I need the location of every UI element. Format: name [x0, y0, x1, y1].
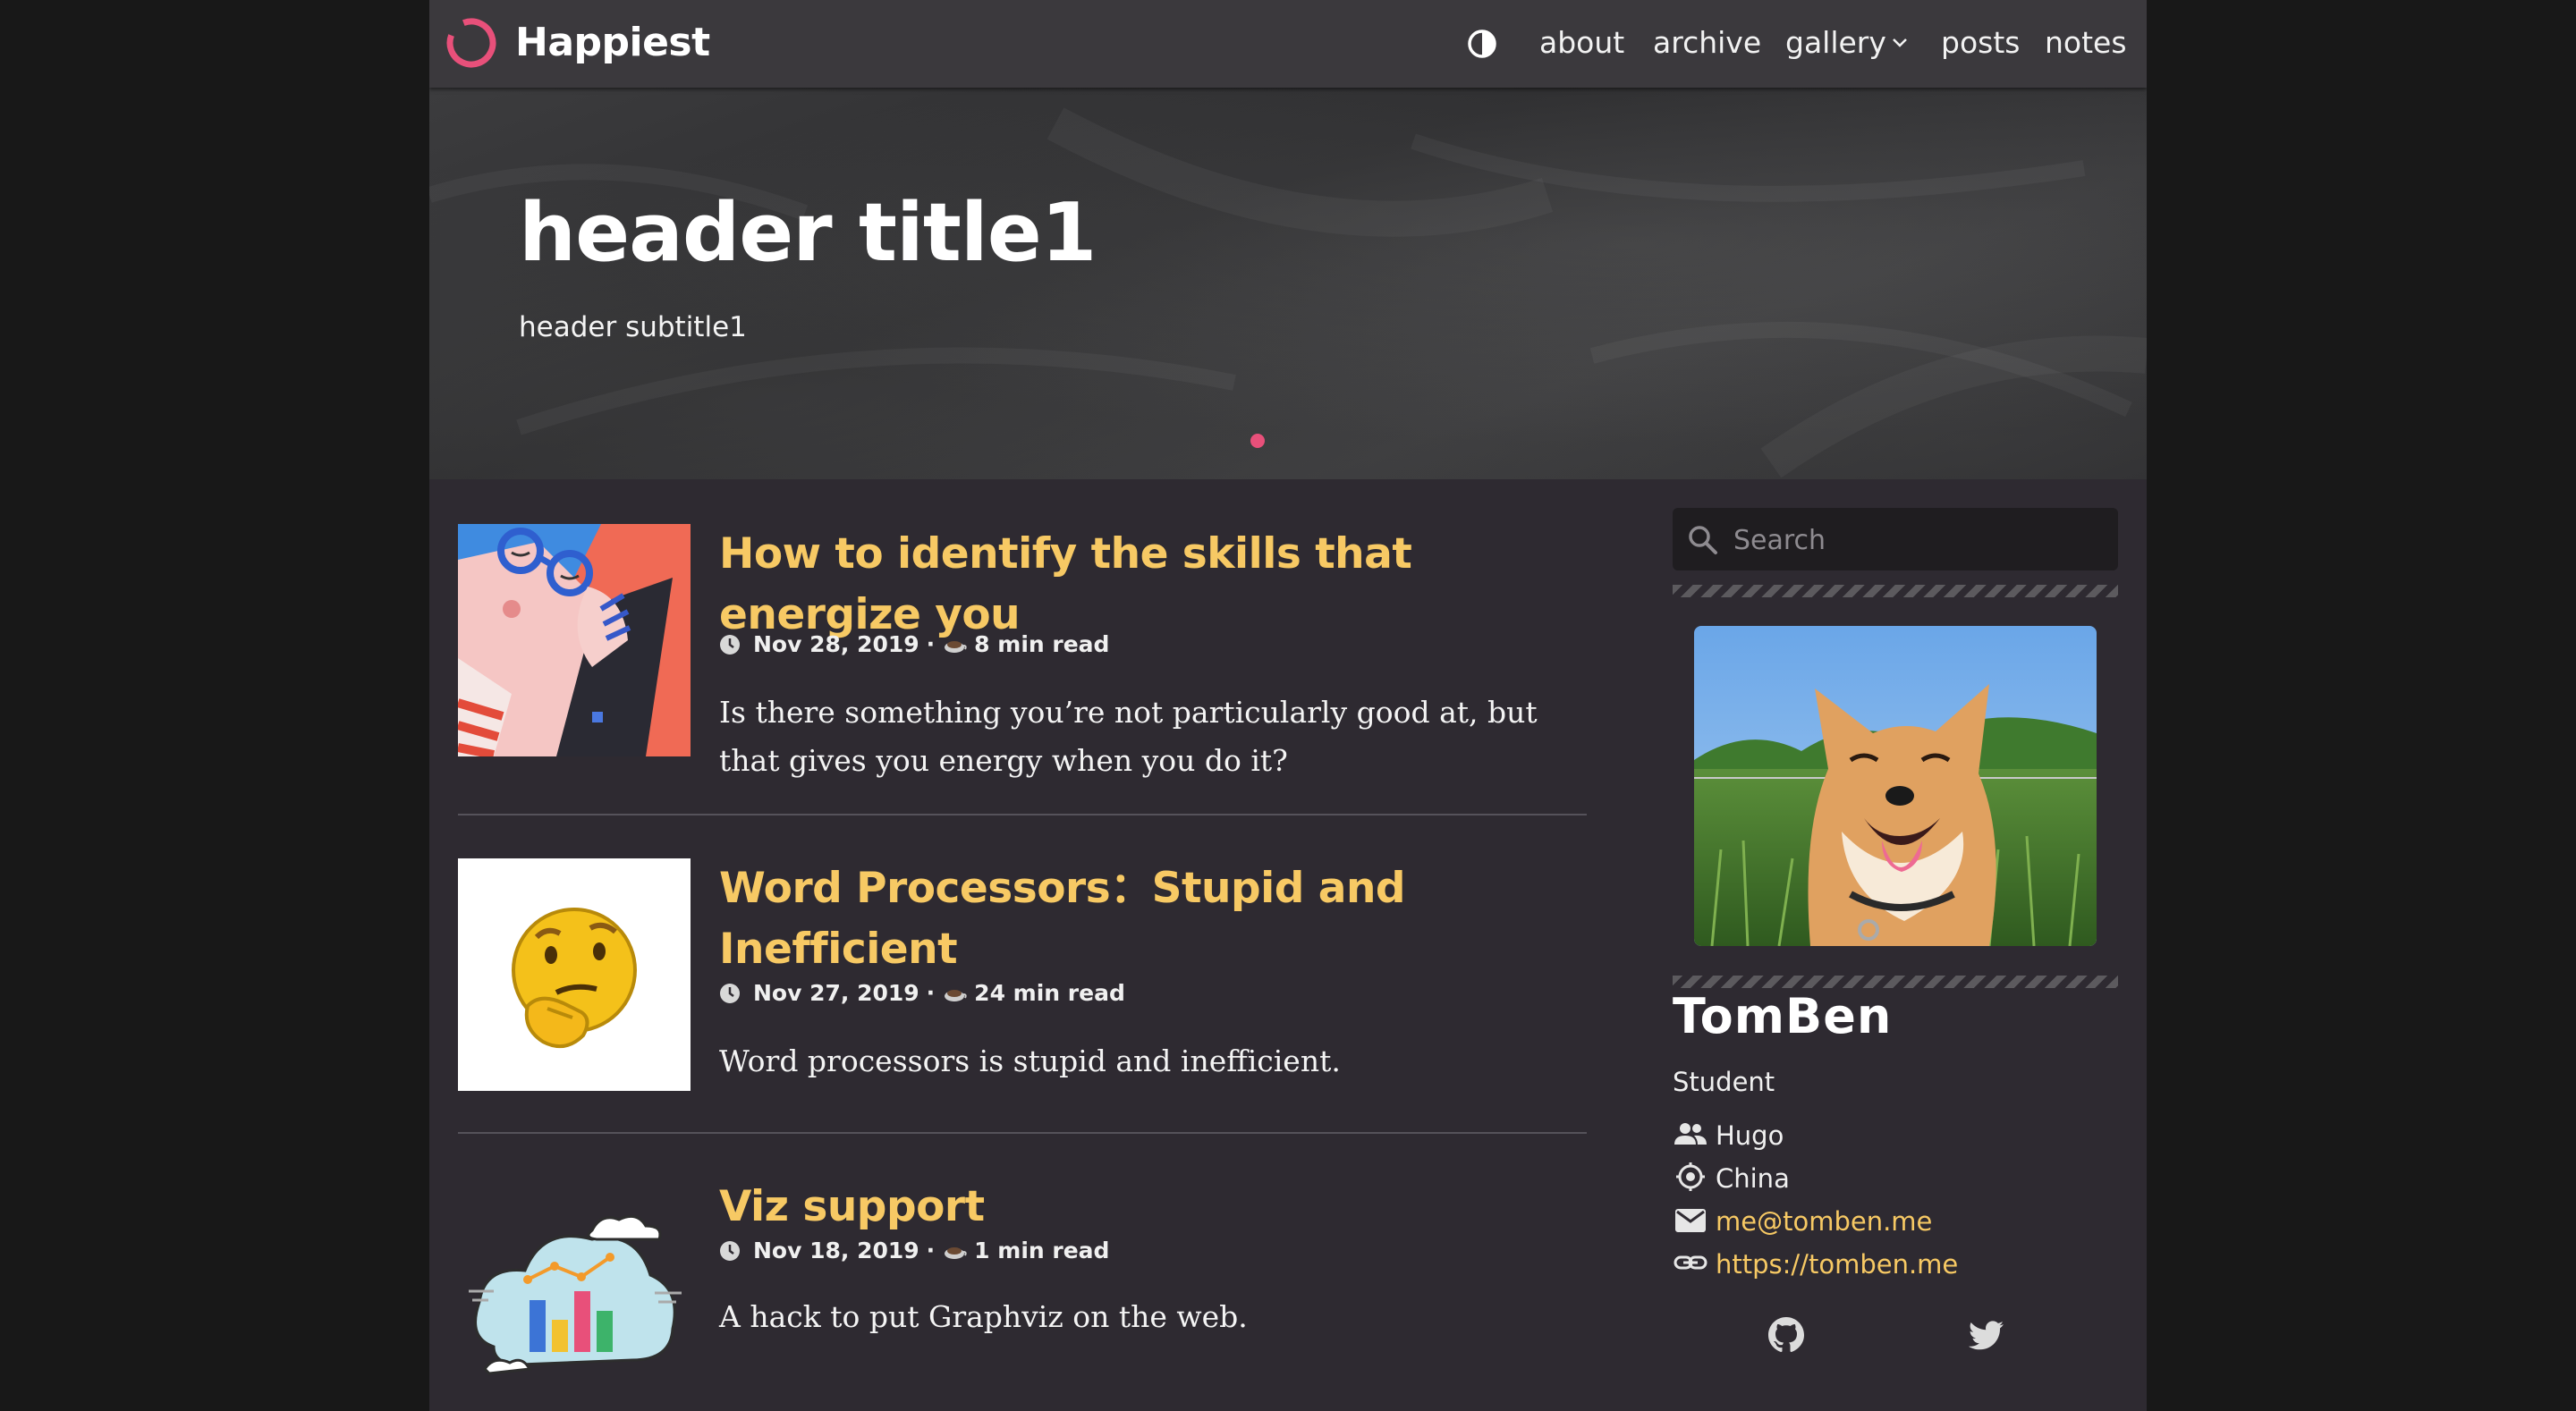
- profile-location: China: [1673, 1161, 1790, 1196]
- hatch-divider: [1673, 976, 2118, 988]
- nav-link-notes[interactable]: notes: [2045, 25, 2127, 60]
- profile-organization: Hugo: [1673, 1118, 1784, 1153]
- coffee-icon: [945, 1246, 967, 1259]
- clock-icon: [720, 983, 740, 1003]
- meta-separator: ·: [926, 631, 936, 657]
- hatch-divider: [1673, 585, 2118, 597]
- people-icon: [1674, 1123, 1707, 1145]
- coffee-icon: [945, 989, 967, 1001]
- profile-role: Student: [1673, 1067, 1775, 1097]
- brand-name[interactable]: Happiest: [515, 20, 710, 65]
- carousel-indicator[interactable]: [1250, 434, 1265, 448]
- location-icon: [1676, 1162, 1705, 1191]
- post-divider: [458, 814, 1587, 815]
- avatar: [1694, 626, 2097, 946]
- clock-icon: [720, 634, 740, 655]
- nav-link-archive[interactable]: archive: [1653, 25, 1761, 60]
- post-summary: Is there something you’re not particular…: [719, 695, 1538, 778]
- post-read-time: 24 min read: [974, 980, 1125, 1006]
- post-summary: A hack to put Graphviz on the web.: [719, 1299, 1248, 1334]
- coffee-icon: [945, 640, 967, 653]
- post-summary: Word processors is stupid and inefficien…: [719, 1043, 1341, 1078]
- github-icon[interactable]: [1766, 1314, 1807, 1356]
- post-date: Nov 18, 2019: [753, 1238, 919, 1263]
- post-title[interactable]: Viz support: [719, 1177, 1578, 1238]
- logo-icon[interactable]: [444, 15, 499, 71]
- location-text: China: [1716, 1163, 1790, 1194]
- hero-title: header title1: [519, 186, 1097, 280]
- thinking-face-emoji: [458, 858, 691, 1091]
- post-read-time: 1 min read: [974, 1238, 1110, 1263]
- post-title[interactable]: How to identify the skills that energize…: [719, 524, 1578, 646]
- page: Happiest about archive gallery posts not…: [429, 0, 2147, 1411]
- profile-website: https://tomben.me: [1673, 1246, 1958, 1282]
- profile-email: me@tomben.me: [1673, 1204, 1932, 1239]
- profile-name: TomBen: [1673, 988, 1893, 1044]
- post-divider: [458, 1132, 1587, 1134]
- meta-separator: ·: [926, 980, 936, 1006]
- cloud-bar-chart-illustration: [469, 1214, 682, 1375]
- twitter-icon[interactable]: [1966, 1314, 2007, 1356]
- post-thumbnail[interactable]: [458, 1177, 691, 1409]
- post-item: How to identify the skills that energize…: [458, 524, 1587, 810]
- nav-link-posts[interactable]: posts: [1941, 25, 2020, 60]
- email-icon: [1675, 1209, 1706, 1232]
- post-read-time: 8 min read: [974, 631, 1110, 657]
- shiba-inu-photo: [1694, 626, 2097, 946]
- post-thumbnail[interactable]: [458, 858, 691, 1091]
- post-title[interactable]: Word Processors：Stupid and Inefficient: [719, 858, 1578, 980]
- woman-with-glasses-illustration: [458, 524, 691, 756]
- hero-banner: header title1 header subtitle1: [429, 88, 2147, 479]
- chevron-down-icon[interactable]: [1892, 38, 1908, 48]
- meta-separator: ·: [926, 1238, 936, 1263]
- post-meta: Nov 28, 2019 · 8 min read: [719, 631, 1109, 657]
- chalkboard-texture: [429, 107, 2147, 478]
- post-date: Nov 27, 2019: [753, 980, 919, 1006]
- website-link[interactable]: https://tomben.me: [1716, 1249, 1958, 1280]
- contrast-icon[interactable]: [1467, 29, 1497, 59]
- nav-link-gallery[interactable]: gallery: [1785, 25, 1886, 60]
- search-box[interactable]: [1673, 508, 2118, 570]
- link-icon: [1674, 1255, 1707, 1270]
- search-input[interactable]: [1732, 519, 2111, 562]
- organization-text: Hugo: [1716, 1120, 1784, 1151]
- search-icon: [1689, 526, 1717, 554]
- nav-link-about[interactable]: about: [1539, 25, 1624, 60]
- post-meta: Nov 27, 2019 · 24 min read: [719, 980, 1125, 1006]
- navbar: Happiest about archive gallery posts not…: [429, 0, 2147, 88]
- post-thumbnail[interactable]: [458, 524, 691, 756]
- clock-icon: [720, 1240, 740, 1261]
- post-item: Word Processors：Stupid and Inefficient N…: [458, 858, 1587, 1127]
- post-meta: Nov 18, 2019 · 1 min read: [719, 1238, 1109, 1263]
- email-link[interactable]: me@tomben.me: [1716, 1206, 1932, 1237]
- post-item: Viz support Nov 18, 2019 · 1 min read A …: [458, 1177, 1587, 1411]
- post-date: Nov 28, 2019: [753, 631, 919, 657]
- hero-subtitle: header subtitle1: [519, 311, 747, 343]
